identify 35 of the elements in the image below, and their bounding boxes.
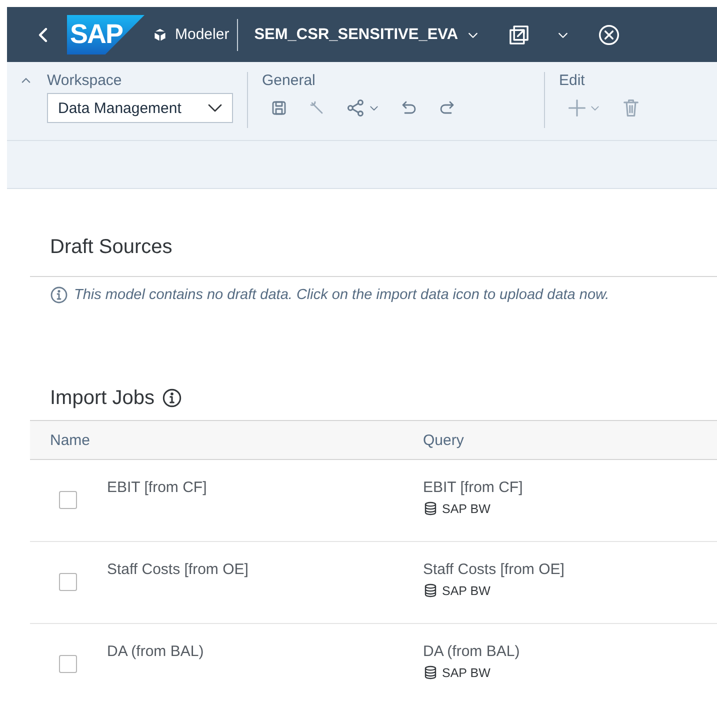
close-icon[interactable] [598, 24, 620, 46]
info-icon[interactable] [162, 388, 182, 408]
add-icon[interactable] [567, 98, 587, 118]
row-checkbox[interactable] [59, 655, 77, 673]
row-checkbox[interactable] [59, 491, 77, 509]
row-checkbox[interactable] [59, 573, 77, 591]
group-label: Workspace [47, 72, 123, 89]
database-icon [423, 501, 438, 516]
delete-icon[interactable] [621, 98, 641, 118]
sap-logo: SAP [67, 14, 145, 54]
info-icon [50, 286, 68, 304]
share-icon[interactable] [346, 98, 366, 118]
info-message: This model contains no draft data. Click on the import data icon to upload data now. [74, 287, 610, 303]
open-new-window-icon[interactable] [508, 24, 530, 46]
source-label: SAP BW [442, 502, 490, 516]
database-icon [423, 665, 438, 680]
column-header: Name [49, 432, 92, 448]
database-icon [423, 583, 438, 598]
save-icon[interactable] [270, 99, 288, 117]
query-name: DA (from BAL) [423, 643, 520, 660]
query-name: Staff Costs [from OE] [423, 561, 564, 578]
job-name: EBIT [from CF] [107, 479, 207, 496]
app-name: Modeler [175, 26, 230, 43]
section-title: Draft Sources [49, 236, 174, 259]
group-label: General [262, 72, 316, 89]
job-name: Staff Costs [from OE] [107, 561, 248, 578]
group-label: Edit [559, 72, 586, 89]
job-name: DA (from BAL) [107, 643, 204, 660]
source-label: SAP BW [442, 584, 490, 598]
section-title: Import Jobs [49, 386, 154, 410]
model-title[interactable]: SEM_CSR_SENSITIVE_EVA [254, 26, 458, 44]
column-header: Query [423, 432, 464, 448]
query-name: EBIT [from CF] [423, 479, 523, 496]
workspace-dropdown[interactable]: Data Management [47, 93, 233, 123]
source-label: SAP BW [442, 666, 490, 680]
